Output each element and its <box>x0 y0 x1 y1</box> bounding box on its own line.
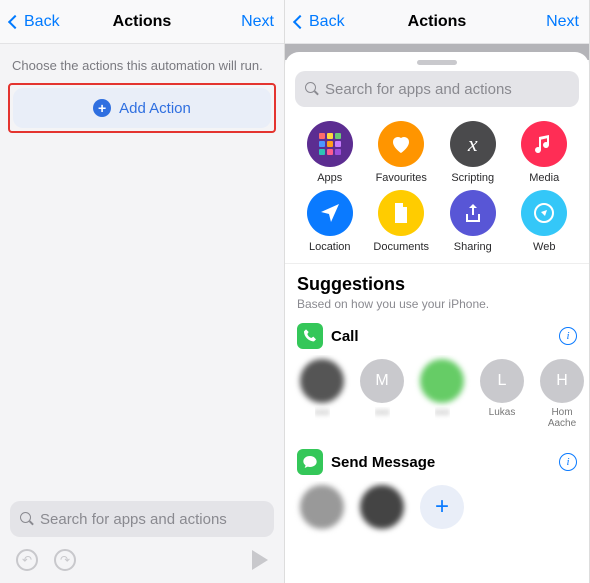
category-apps[interactable]: Apps <box>295 121 365 184</box>
chevron-left-icon <box>293 14 307 28</box>
contact-item[interactable] <box>357 485 407 533</box>
category-label: Media <box>529 172 559 184</box>
category-sharing[interactable]: Sharing <box>438 190 508 253</box>
editor-controls: ↶ ↷ <box>10 549 274 571</box>
back-button[interactable]: Back <box>10 13 70 31</box>
category-label: Apps <box>317 172 342 184</box>
category-label: Favourites <box>376 172 427 184</box>
next-label: Next <box>241 13 274 31</box>
add-action-button[interactable]: + Add Action <box>13 88 271 128</box>
plus-icon: + <box>420 485 464 529</box>
avatar <box>300 485 344 529</box>
add-contact-button[interactable]: + <box>417 485 467 533</box>
phone-app-icon <box>297 323 323 349</box>
search-placeholder: Search for apps and actions <box>40 511 227 528</box>
avatar: H <box>540 359 584 403</box>
category-scripting[interactable]: x Scripting <box>438 121 508 184</box>
suggestions-subtitle: Based on how you use your iPhone. <box>297 297 577 311</box>
add-action-highlight: + Add Action <box>8 83 276 133</box>
contact-item[interactable]: H Hom Aache <box>537 359 587 429</box>
category-label: Web <box>533 241 555 253</box>
suggestions-title: Suggestions <box>297 274 577 295</box>
navbar-right: Back Actions Next <box>285 0 589 44</box>
plus-circle-icon: + <box>93 99 111 117</box>
add-action-label: Add Action <box>119 100 191 117</box>
suggestion-row-send-message[interactable]: Send Message i <box>285 439 589 481</box>
avatar: L <box>480 359 524 403</box>
category-documents[interactable]: Documents <box>367 190 437 253</box>
share-icon <box>450 190 496 236</box>
helper-text: Choose the actions this automation will … <box>0 44 284 83</box>
sheet-search-placeholder: Search for apps and actions <box>325 81 512 98</box>
avatar <box>360 485 404 529</box>
document-icon <box>378 190 424 236</box>
contact-item[interactable]: xxx <box>297 359 347 429</box>
apps-icon <box>307 121 353 167</box>
search-icon <box>305 82 319 96</box>
chevron-left-icon <box>8 14 22 28</box>
search-input[interactable]: Search for apps and actions <box>10 501 274 537</box>
category-media[interactable]: Media <box>510 121 580 184</box>
row-title: Call <box>331 328 359 345</box>
compass-icon <box>521 190 567 236</box>
category-label: Location <box>309 241 351 253</box>
next-button-right[interactable]: Next <box>519 13 579 31</box>
redo-icon[interactable]: ↷ <box>54 549 76 571</box>
location-arrow-icon <box>307 190 353 236</box>
contact-name: Hom Aache <box>537 407 587 429</box>
contact-item[interactable]: M xxx <box>357 359 407 429</box>
play-icon[interactable] <box>252 550 268 570</box>
category-web[interactable]: Web <box>510 190 580 253</box>
messages-app-icon <box>297 449 323 475</box>
action-picker-sheet: Search for apps and actions Apps Favouri… <box>285 52 589 583</box>
heart-icon <box>378 121 424 167</box>
category-label: Scripting <box>451 172 494 184</box>
left-pane: Back Actions Next Choose the actions thi… <box>0 0 285 583</box>
sheet-search-input[interactable]: Search for apps and actions <box>295 71 579 107</box>
message-contacts-strip: + <box>285 481 589 543</box>
info-icon[interactable]: i <box>559 453 577 471</box>
category-grid: Apps Favourites x Scripting Media <box>285 117 589 264</box>
category-label: Documents <box>373 241 429 253</box>
suggestions-header: Suggestions Based on how you use your iP… <box>285 264 589 313</box>
next-label: Next <box>546 13 579 31</box>
page-title: Actions <box>113 13 172 31</box>
back-label: Back <box>309 13 345 31</box>
contact-name: xxx <box>435 407 450 429</box>
scripting-icon: x <box>450 121 496 167</box>
suggestion-row-call[interactable]: Call i <box>285 313 589 355</box>
left-bottom-bar: Search for apps and actions ↶ ↷ <box>0 491 284 583</box>
contact-name: Lukas <box>489 407 516 429</box>
back-label: Back <box>24 13 60 31</box>
contact-item[interactable]: L Lukas <box>477 359 527 429</box>
next-button[interactable]: Next <box>214 13 274 31</box>
avatar: M <box>360 359 404 403</box>
call-contacts-strip: xxx M xxx xxx L Lukas H Hom Aache <box>285 355 589 439</box>
back-button-right[interactable]: Back <box>295 13 355 31</box>
category-location[interactable]: Location <box>295 190 365 253</box>
contact-name: xxx <box>375 407 390 429</box>
category-label: Sharing <box>454 241 492 253</box>
navbar: Back Actions Next <box>0 0 284 44</box>
avatar <box>420 359 464 403</box>
sheet-grabber[interactable] <box>417 60 457 65</box>
contact-item[interactable] <box>297 485 347 533</box>
contact-name: xxx <box>315 407 330 429</box>
info-icon[interactable]: i <box>559 327 577 345</box>
contact-item[interactable]: xxx <box>417 359 467 429</box>
category-favourites[interactable]: Favourites <box>367 121 437 184</box>
right-pane: Back Actions Next Search for apps and ac… <box>285 0 590 583</box>
undo-icon[interactable]: ↶ <box>16 549 38 571</box>
search-icon <box>20 512 34 526</box>
row-title: Send Message <box>331 454 435 471</box>
avatar <box>300 359 344 403</box>
music-note-icon <box>521 121 567 167</box>
page-title-right: Actions <box>408 13 467 31</box>
